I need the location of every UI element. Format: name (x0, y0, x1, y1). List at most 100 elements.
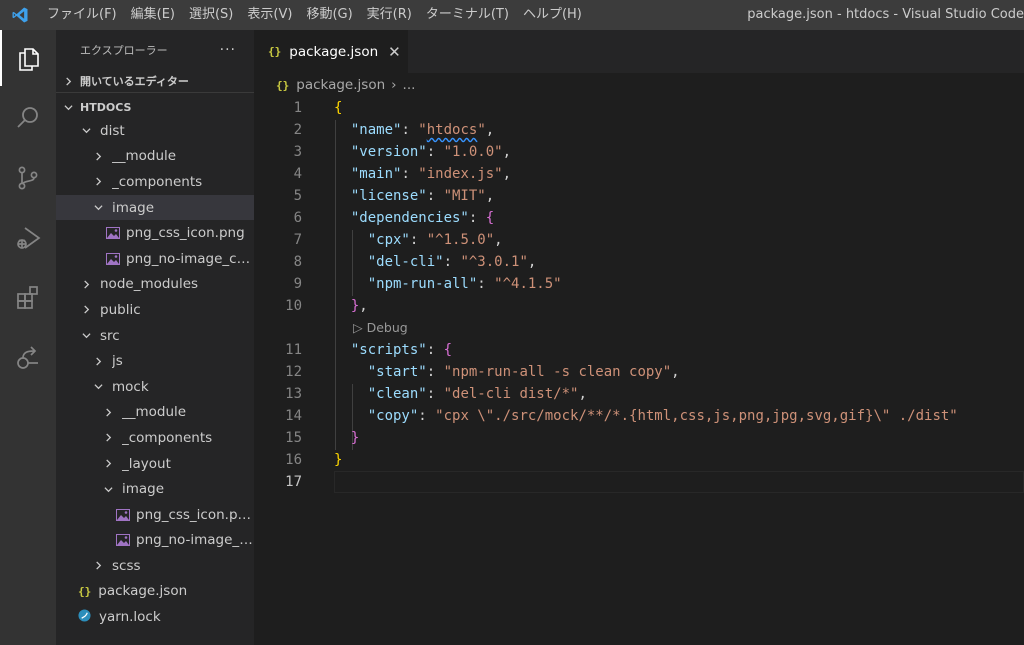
brace: { (443, 342, 453, 358)
colon: : (426, 144, 444, 160)
debug-codelens-label[interactable]: ▷ Debug (353, 317, 408, 339)
code-line: 2 "name": "htdocs", (254, 119, 1024, 141)
menu-run[interactable]: 実行(R) (360, 0, 419, 30)
chevron-right-icon (78, 305, 94, 314)
image-file-icon (116, 534, 130, 547)
extensions-icon[interactable] (0, 270, 56, 326)
json-string: "1.0.0" (443, 144, 503, 160)
chevron-down-icon (100, 485, 116, 494)
image-file-icon (116, 508, 130, 521)
folder-section-htdocs[interactable]: HTDOCS (56, 96, 254, 118)
tree-folder[interactable]: __module (56, 144, 254, 170)
json-string: "index.js" (418, 166, 503, 182)
code-line: 9 "npm-run-all": "^4.1.5" (254, 273, 1024, 295)
vscode-logo-icon (0, 0, 40, 30)
explorer-sidebar: エクスプローラー ··· 開いているエディター HTDOCS dist __mod… (56, 30, 254, 645)
brace: { (334, 100, 343, 116)
tree-folder[interactable]: node_modules (56, 272, 254, 298)
json-string: "^1.5.0" (426, 232, 495, 248)
line-number: 14 (285, 408, 302, 424)
line-number: 5 (293, 188, 302, 204)
json-file-icon: {} (268, 45, 282, 58)
run-debug-icon[interactable] (0, 210, 56, 266)
tree-file[interactable]: png_no-image_css.... (56, 246, 254, 272)
tree-item-label: dist (100, 122, 125, 139)
chevron-right-icon (90, 152, 106, 161)
explorer-icon[interactable] (0, 30, 56, 86)
tree-folder[interactable]: dist (56, 118, 254, 144)
chevron-right-icon (90, 357, 106, 366)
json-key: "npm-run-all" (367, 276, 478, 292)
tree-folder[interactable]: _components (56, 425, 254, 451)
remote-icon[interactable] (0, 330, 56, 386)
tree-item-label: package.json (98, 583, 188, 600)
menu-go[interactable]: 移動(G) (299, 0, 359, 30)
comma: , (578, 386, 587, 402)
json-string: " (418, 122, 427, 138)
tree-item-label: scss (112, 557, 141, 574)
tree-item-label: _components (112, 173, 203, 190)
json-string: "cpx \"./src/mock/**/*.{html,css,js,png,… (435, 408, 958, 424)
tree-folder[interactable]: _layout (56, 451, 254, 477)
menu-bar: ファイル(F) 編集(E) 選択(S) 表示(V) 移動(G) 実行(R) ター… (40, 0, 589, 30)
open-editors-label: 開いているエディター (80, 75, 189, 88)
tree-item-label: yarn.lock (99, 609, 161, 626)
open-editors-section[interactable]: 開いているエディター (56, 70, 254, 93)
explorer-header: エクスプローラー ··· (56, 30, 254, 70)
tree-file[interactable]: {} package.json (56, 579, 254, 605)
line-number: 1 (293, 100, 302, 116)
json-string: "^4.1.5" (494, 276, 562, 292)
line-number: 7 (293, 232, 302, 248)
code-line: 11 "scripts": { (254, 339, 1024, 361)
menu-edit[interactable]: 編集(E) (124, 0, 182, 30)
menu-selection[interactable]: 選択(S) (182, 0, 240, 30)
code-line: 3 "version": "1.0.0", (254, 141, 1024, 163)
tree-file[interactable]: yarn.lock (56, 604, 254, 630)
json-key: "clean" (367, 386, 427, 402)
json-key: "del-cli" (367, 254, 444, 270)
tree-folder[interactable]: public (56, 297, 254, 323)
chevron-right-icon (90, 561, 106, 570)
search-icon[interactable] (0, 90, 56, 146)
close-icon[interactable]: ✕ (388, 43, 401, 61)
menu-view[interactable]: 表示(V) (240, 0, 299, 30)
tree-item-label: __module (112, 148, 177, 165)
tree-item-label: png_css_icon.png (136, 506, 254, 523)
more-actions-icon[interactable]: ··· (220, 42, 236, 58)
json-file-icon: {} (276, 78, 290, 92)
menu-help[interactable]: ヘルプ(H) (516, 0, 589, 30)
tree-folder[interactable]: __module (56, 400, 254, 426)
code-line: 15 } (254, 427, 1024, 449)
tree-file[interactable]: png_css_icon.png (56, 220, 254, 246)
tree-folder[interactable]: js (56, 348, 254, 374)
line-number: 17 (285, 474, 302, 490)
tree-item-label: mock (112, 378, 149, 395)
breadcrumb-more[interactable]: ... (403, 77, 416, 93)
tree-file[interactable]: png_css_icon.png (56, 502, 254, 528)
title-bar: ファイル(F) 編集(E) 選択(S) 表示(V) 移動(G) 実行(R) ター… (0, 0, 1024, 30)
menu-terminal[interactable]: ターミナル(T) (419, 0, 516, 30)
code-line: 4 "main": "index.js", (254, 163, 1024, 185)
tree-folder[interactable]: image (56, 476, 254, 502)
tree-folder[interactable]: mock (56, 374, 254, 400)
code-editor[interactable]: 1 { 2 "name": "htdocs", 3 "version": "1.0… (254, 97, 1024, 493)
tree-file[interactable]: png_no-image_cs... (56, 528, 254, 554)
source-control-icon[interactable] (0, 150, 56, 206)
menu-file[interactable]: ファイル(F) (40, 0, 124, 30)
tree-item-label: image (112, 199, 155, 216)
json-key: "cpx" (367, 232, 410, 248)
tree-folder[interactable]: src (56, 323, 254, 349)
tab-package-json[interactable]: {} package.json ✕ (254, 30, 408, 73)
tree-folder[interactable]: _components (56, 169, 254, 195)
colon: : (477, 276, 495, 292)
line-number: 6 (293, 210, 302, 226)
json-key: "main" (350, 166, 402, 182)
breadcrumb-file[interactable]: package.json (296, 77, 385, 93)
tree-folder[interactable]: scss (56, 553, 254, 579)
codelens-debug[interactable]: ▷ Debug (254, 317, 1024, 339)
comma: , (671, 364, 680, 380)
tree-folder[interactable]: image (56, 194, 254, 221)
line-number: 16 (285, 452, 302, 468)
yarn-icon (78, 609, 91, 626)
json-file-icon: {} (78, 584, 92, 598)
